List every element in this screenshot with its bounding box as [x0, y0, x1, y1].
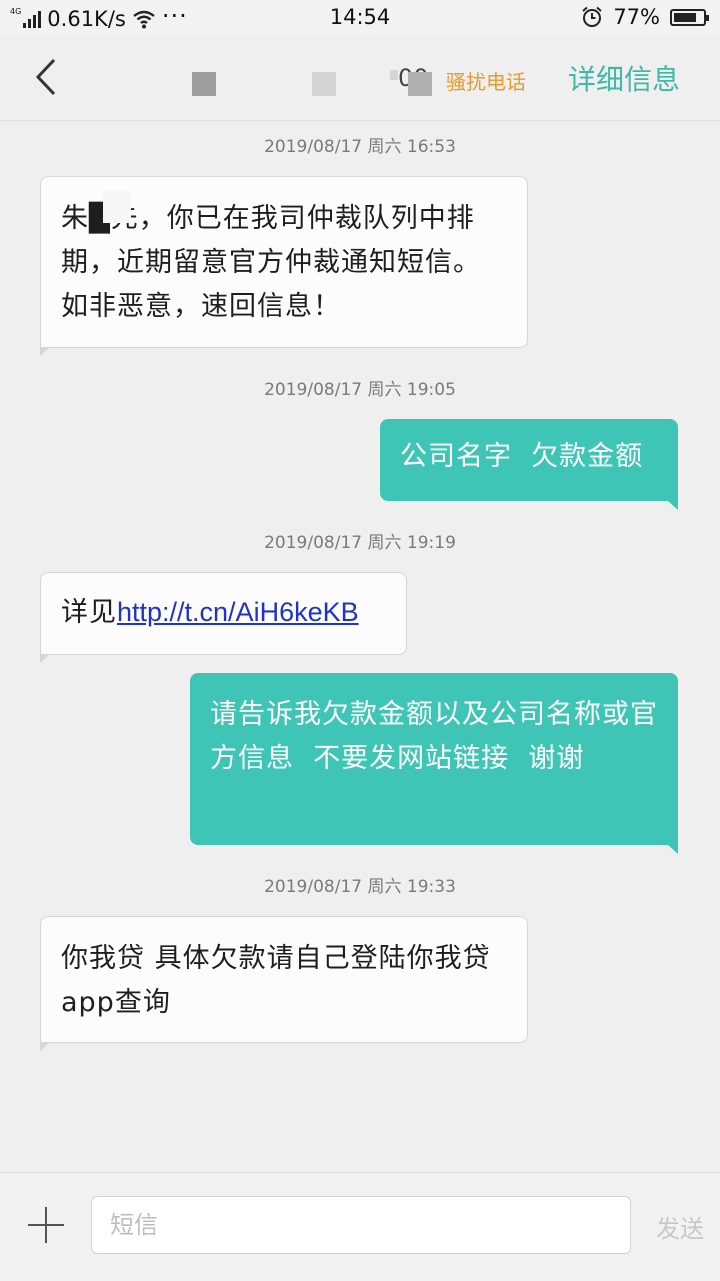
redacted-block	[408, 72, 432, 96]
incoming-message[interactable]: 朱█先，你已在我司仲裁队列中排期，近期留意官方仲裁通知短信。如非恶意，速回信息！	[40, 176, 528, 356]
message-input[interactable]	[91, 1196, 631, 1254]
alarm-icon	[582, 6, 602, 27]
send-button[interactable]: 发送	[656, 1209, 704, 1244]
outgoing-message[interactable]: 请告诉我欠款金额以及公司名称或官方信息 不要发网站链接 谢谢	[190, 673, 678, 854]
timestamp: 2019/08/17 周六 16:53	[264, 137, 456, 157]
status-bar: 4G 0.61K/s ··· 14:54 77%	[0, 0, 720, 36]
timestamp: 2019/08/17 周六 19:19	[264, 533, 456, 553]
timestamp: 2019/08/17 周六 19:05	[264, 380, 456, 400]
conversation-header: 00 骚扰电话 详细信息	[0, 36, 720, 121]
battery-percent: 77%	[613, 5, 660, 29]
message-text: 请告诉我欠款金额以及公司名称或官方信息 不要发网站链接 谢谢	[210, 699, 658, 774]
incoming-message[interactable]: 你我贷 具体欠款请自己登陆你我贷app查询	[40, 916, 528, 1051]
outgoing-message[interactable]: 公司名字 欠款金额	[380, 419, 678, 510]
spam-call-label: 骚扰电话	[446, 70, 526, 94]
redacted-block	[312, 72, 336, 96]
redacted-block	[390, 70, 398, 80]
incoming-message[interactable]: 详见http://t.cn/AiH6keKB	[40, 572, 407, 663]
battery-icon	[670, 8, 709, 26]
redacted-block	[192, 72, 216, 96]
message-text: 详见	[61, 597, 117, 628]
redacted-block	[103, 191, 131, 223]
message-text: 你我贷 具体欠款请自己登陆你我贷app查询	[61, 943, 491, 1018]
back-button[interactable]	[30, 54, 70, 100]
timestamp: 2019/08/17 周六 19:33	[264, 877, 456, 897]
message-link[interactable]: http://t.cn/AiH6keKB	[117, 597, 359, 627]
status-right: 77%	[581, 5, 709, 29]
add-attachment-icon[interactable]	[28, 1207, 64, 1243]
details-button[interactable]: 详细信息	[568, 58, 680, 98]
message-text: 公司名字 欠款金额	[400, 441, 644, 472]
composer-bar: 发送	[0, 1172, 720, 1281]
